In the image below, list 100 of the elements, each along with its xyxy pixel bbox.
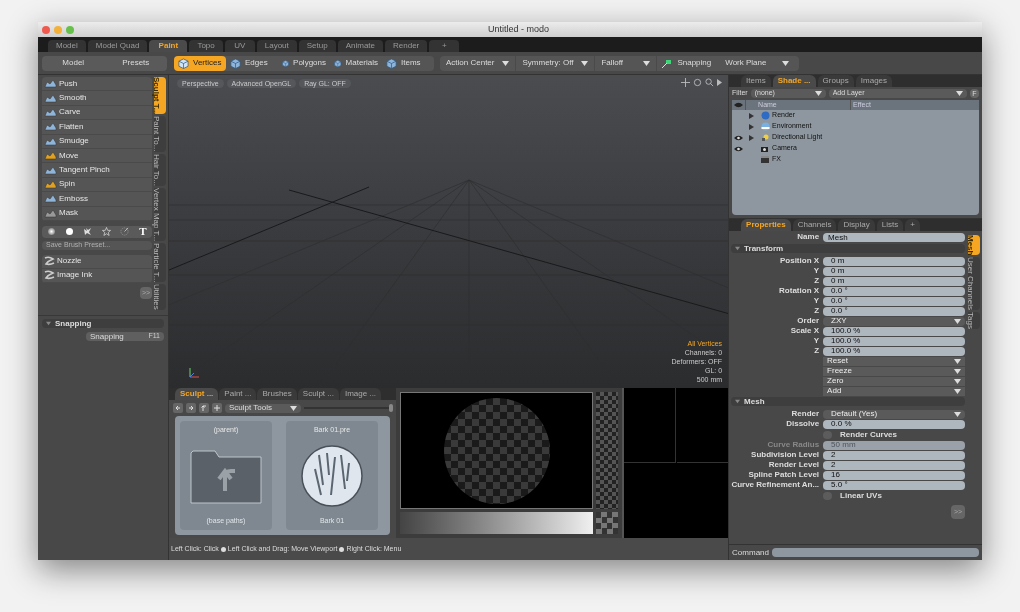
panel-tab[interactable]: Brushes	[257, 388, 297, 400]
panel-tab[interactable]: +	[905, 219, 920, 231]
eye-icon[interactable]	[733, 145, 743, 152]
back-icon[interactable]	[173, 403, 183, 413]
side-tab[interactable]: Vertex Map T...	[154, 187, 166, 241]
toolbar-dropdown[interactable]: Work Plane	[715, 55, 800, 71]
tool-button[interactable]: Spin	[42, 177, 152, 193]
layout-tab[interactable]: Topo	[189, 40, 223, 52]
selection-mode-button[interactable]: Materials	[330, 55, 382, 71]
up-arrow-icon[interactable]	[199, 403, 209, 413]
value-field[interactable]: 0 m	[823, 266, 965, 276]
layout-tab[interactable]: Setup	[298, 40, 336, 52]
tool-button[interactable]: Carve	[42, 105, 152, 121]
panel-tab[interactable]: Shade ...	[772, 75, 816, 87]
value-field[interactable]: 0 m	[823, 256, 965, 266]
tool-stroke-icon	[44, 179, 57, 189]
eye-icon	[734, 102, 744, 108]
toolbar-dropdown[interactable]: Symmetry: Off	[516, 55, 596, 71]
snapping-button[interactable]: Snapping	[657, 55, 716, 71]
preset-dropdown[interactable]: Sculpt Tools	[225, 403, 301, 413]
side-tab[interactable]: Paint To...	[154, 116, 166, 152]
layout-tab[interactable]: Layout	[256, 40, 297, 52]
eye-icon[interactable]	[733, 134, 743, 141]
layout-tab[interactable]: Model Quad	[87, 40, 148, 52]
tool-button[interactable]: Smudge	[42, 134, 152, 149]
toolbar-dropdown[interactable]: Falloff	[595, 55, 658, 71]
move-icon[interactable]	[681, 78, 691, 87]
rotate-icon[interactable]	[693, 78, 703, 87]
panel-tab[interactable]: Lists	[876, 219, 904, 231]
selection-mode-button[interactable]: Vertices	[174, 55, 226, 71]
side-tab[interactable]: Particle T...	[154, 242, 166, 283]
value-field[interactable]: 2	[823, 450, 965, 460]
value-field[interactable]: 0.0 °	[823, 306, 965, 316]
panel-tab[interactable]: Sculpt ...	[297, 388, 339, 400]
value-field[interactable]: 100.0 %	[823, 336, 965, 346]
side-tab[interactable]: Sculpt T...	[154, 77, 166, 115]
search-icon[interactable]	[705, 78, 715, 87]
ink-button[interactable]: Nozzle	[42, 254, 152, 269]
text-brush-button[interactable]: T	[133, 225, 152, 238]
dropdown[interactable]: ZXY	[823, 316, 965, 326]
panel-tab[interactable]: Paint ...	[219, 388, 257, 400]
value-field[interactable]: 0.0 °	[823, 296, 965, 306]
panel-tab[interactable]: Display	[838, 219, 875, 231]
layout-tab[interactable]: +	[429, 40, 460, 52]
section-header[interactable]: Mesh	[731, 397, 965, 406]
layout-tab[interactable]: Animate	[337, 40, 384, 52]
value-field[interactable]: 5.0 °	[823, 480, 965, 490]
panel-tab[interactable]: Properties	[741, 219, 791, 231]
value-field[interactable]: 0 m	[823, 276, 965, 286]
tool-button[interactable]: Smooth	[42, 91, 152, 106]
side-tab[interactable]: Hair To...	[154, 153, 166, 186]
layout-tab[interactable]: Model	[48, 40, 86, 52]
panel-tab[interactable]: Sculpt ...	[175, 388, 219, 400]
value-field[interactable]: 16	[823, 470, 965, 480]
layout-tab[interactable]: UV	[224, 40, 255, 52]
value-field[interactable]: 0.0 °	[823, 286, 965, 296]
selection-mode-button[interactable]: Items	[382, 55, 434, 71]
plus-icon[interactable]	[212, 403, 222, 413]
value-field[interactable]: 100.0 %	[823, 326, 965, 336]
toolbar-button[interactable]: Presets	[104, 55, 167, 71]
name-field[interactable]: Mesh	[823, 232, 965, 242]
dropdown[interactable]: Default (Yes)	[823, 409, 965, 419]
value-field[interactable]: 100.0 %	[823, 346, 965, 356]
side-tab[interactable]: User Channels	[968, 257, 980, 311]
value-field[interactable]: 2	[823, 460, 965, 470]
panel-tab[interactable]: Channels	[792, 219, 837, 231]
arrow-icon[interactable]	[717, 79, 723, 86]
layout-tab[interactable]: Render	[385, 40, 428, 52]
tool-button[interactable]: Push	[42, 77, 152, 92]
panel-tab[interactable]: Images	[855, 75, 893, 87]
slider-thumb[interactable]	[389, 404, 394, 412]
panel-tab[interactable]: Image ...	[339, 388, 382, 400]
section-header[interactable]: Snapping	[42, 319, 164, 329]
close-icon[interactable]	[42, 25, 50, 34]
menu-button[interactable]: Zero	[823, 376, 965, 386]
toolbar-dropdown[interactable]: Action Center	[440, 55, 517, 71]
menu-button[interactable]: Freeze	[823, 366, 965, 376]
value-field[interactable]: 0.0 %	[823, 419, 965, 429]
toolbar-button[interactable]: Model	[42, 55, 105, 71]
side-tab[interactable]: Utilities	[154, 284, 166, 311]
selection-mode-button[interactable]: Polygons	[278, 55, 330, 71]
menu-button[interactable]: Reset	[823, 356, 965, 366]
layout-tab[interactable]: Paint	[149, 40, 188, 52]
forward-icon[interactable]	[186, 403, 196, 413]
checkbox[interactable]	[823, 430, 833, 439]
panel-tab[interactable]: Items	[741, 75, 771, 87]
selection-mode-button[interactable]: Edges	[226, 55, 278, 71]
menu-button[interactable]: Add	[823, 386, 965, 396]
ink-button[interactable]: Image Ink	[42, 268, 152, 283]
section-header[interactable]: Transform	[731, 244, 965, 253]
side-tab[interactable]: Mesh	[968, 235, 980, 256]
tool-button[interactable]: Emboss	[42, 192, 152, 207]
tool-button[interactable]: Flatten	[42, 120, 152, 135]
tool-button[interactable]: Move	[42, 148, 152, 164]
side-tab[interactable]: Tags	[968, 312, 980, 330]
tool-button[interactable]: Mask	[42, 206, 152, 221]
command-field[interactable]	[772, 548, 979, 557]
checkbox[interactable]	[823, 491, 833, 500]
tool-button[interactable]: Tangent Pinch	[42, 163, 152, 178]
panel-tab[interactable]: Groups	[817, 75, 854, 87]
